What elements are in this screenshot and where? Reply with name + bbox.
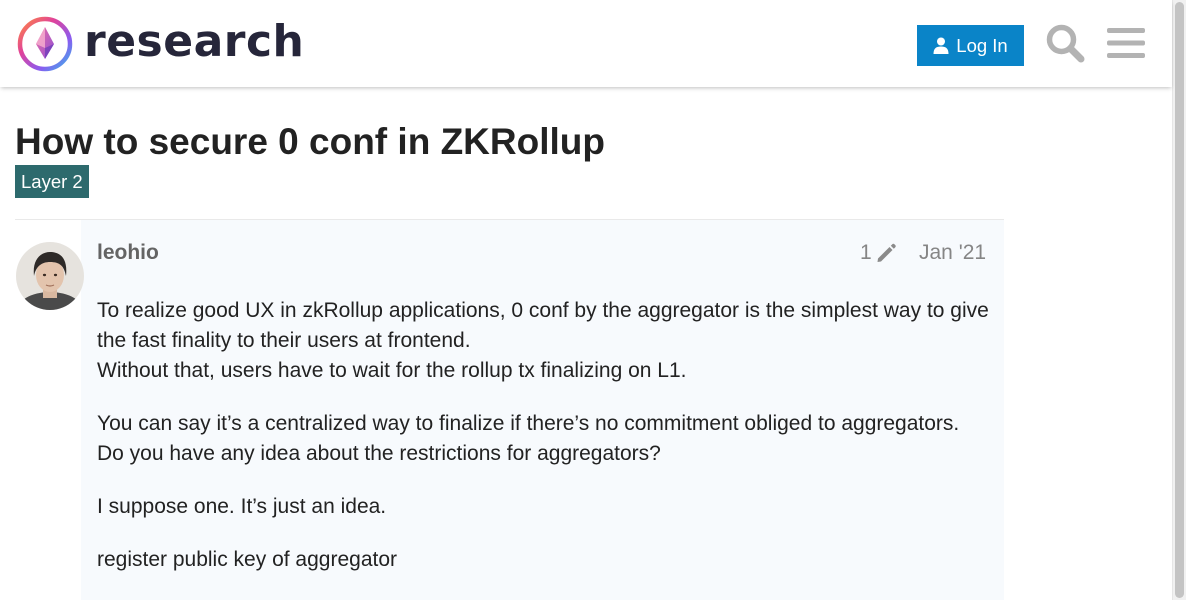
user-icon xyxy=(933,37,949,54)
post-paragraph: I suppose one. It’s just an idea. xyxy=(97,492,997,522)
ethereum-research-logo-icon[interactable] xyxy=(16,15,74,73)
topic-title[interactable]: How to secure 0 conf in ZKRollup xyxy=(15,120,605,164)
post-line: You can say it’s a centralized way to fi… xyxy=(97,412,960,435)
avatar[interactable] xyxy=(16,242,84,310)
post-line: To realize good UX in zkRollup applicati… xyxy=(97,299,989,352)
login-label: Log In xyxy=(956,34,1008,56)
post-paragraph: To realize good UX in zkRollup applicati… xyxy=(97,296,997,386)
post-line: Do you have any idea about the restricti… xyxy=(97,442,661,465)
post-line: Without that, users have to wait for the… xyxy=(97,359,687,382)
post-line: register public key of aggregator xyxy=(97,548,397,571)
post-username[interactable]: leohio xyxy=(97,239,159,267)
post-content: To realize good UX in zkRollup applicati… xyxy=(97,296,997,598)
search-icon[interactable] xyxy=(1045,23,1085,63)
page: research Log In How to secure 0 conf in … xyxy=(0,0,1186,600)
login-button[interactable]: Log In xyxy=(917,25,1024,66)
scrollbar-thumb[interactable] xyxy=(1175,2,1184,598)
edit-history[interactable]: 1 xyxy=(860,239,897,267)
category-badge[interactable]: Layer 2 xyxy=(15,165,89,198)
hamburger-menu-icon[interactable] xyxy=(1107,26,1145,60)
post-date[interactable]: Jan '21 xyxy=(919,239,986,267)
post-line: I suppose one. It’s just an idea. xyxy=(97,495,387,518)
post-paragraph: You can say it’s a centralized way to fi… xyxy=(97,409,997,469)
pencil-icon xyxy=(877,243,896,262)
avatar-image xyxy=(16,242,84,310)
page-scrollbar[interactable] xyxy=(1172,0,1186,600)
site-header: research Log In xyxy=(0,0,1172,87)
post-paragraph: register public key of aggregator xyxy=(97,545,997,575)
edit-count: 1 xyxy=(860,241,872,264)
site-brand[interactable]: research xyxy=(84,14,304,70)
